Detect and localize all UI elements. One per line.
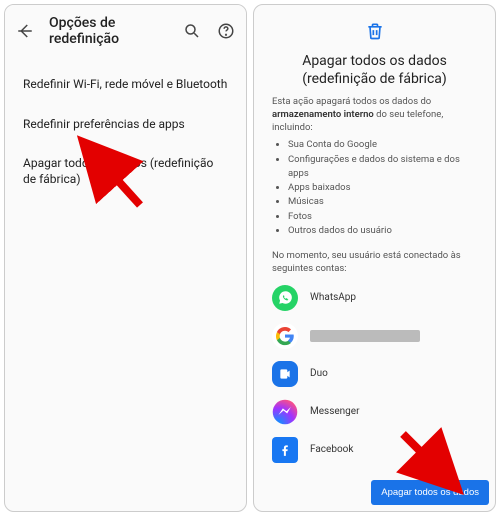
reset-options-list: Redefinir Wi-Fi, rede móvel e Bluetooth …	[5, 57, 246, 207]
erase-all-button[interactable]: Apagar todos os dados	[371, 480, 489, 505]
settings-screen: Opções de redefinição Redefinir Wi-Fi, r…	[4, 4, 247, 512]
factory-reset-option[interactable]: Apagar todos os dados (redefinição de fá…	[5, 144, 246, 199]
accounts-list: WhatsApp Duo Messenger	[272, 285, 477, 463]
facebook-icon	[272, 437, 298, 463]
erase-item: Configurações e dados do sistema e dos a…	[288, 153, 477, 182]
erase-item: Músicas	[288, 195, 477, 209]
screen-title: Apagar todos os dados (redefinição de fá…	[272, 53, 477, 88]
warning-bold: armazenamento interno	[272, 109, 374, 120]
factory-reset-screen: Apagar todos os dados (redefinição de fá…	[253, 4, 496, 512]
account-messenger: Messenger	[272, 399, 477, 425]
account-whatsapp: WhatsApp	[272, 285, 477, 311]
account-label-redacted	[310, 330, 420, 342]
account-label: Duo	[310, 368, 328, 379]
warning-text: Esta ação apagará todos os dados do arma…	[272, 96, 477, 134]
account-label: Messenger	[310, 406, 360, 417]
reset-app-prefs-option[interactable]: Redefinir preferências de apps	[5, 105, 246, 145]
trash-icon	[365, 21, 385, 45]
google-icon	[272, 323, 298, 349]
erase-item: Sua Conta do Google	[288, 138, 477, 152]
account-label: WhatsApp	[310, 292, 356, 303]
back-icon[interactable]	[15, 21, 35, 41]
reset-network-option[interactable]: Redefinir Wi-Fi, rede móvel e Bluetooth	[5, 65, 246, 105]
app-bar: Opções de redefinição	[5, 5, 246, 57]
account-facebook: Facebook	[272, 437, 477, 463]
erase-item: Fotos	[288, 210, 477, 224]
account-duo: Duo	[272, 361, 477, 387]
whatsapp-icon	[272, 285, 298, 311]
accounts-heading: No momento, seu usuário está conectado à…	[272, 250, 477, 275]
account-label: Facebook	[310, 444, 353, 455]
help-icon[interactable]	[216, 21, 236, 41]
messenger-icon	[272, 399, 298, 425]
warning-pre: Esta ação apagará todos os dados do	[272, 96, 431, 107]
erase-item: Outros dados do usuário	[288, 224, 477, 238]
erase-list: Sua Conta do Google Configurações e dado…	[272, 138, 477, 238]
duo-icon	[272, 361, 298, 387]
search-icon[interactable]	[182, 21, 202, 41]
erase-item: Apps baixados	[288, 181, 477, 195]
account-google	[272, 323, 477, 349]
page-title: Opções de redefinição	[49, 15, 168, 47]
